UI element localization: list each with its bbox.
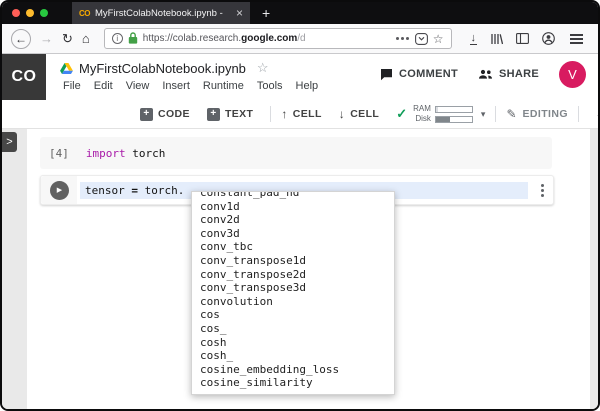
menubar-item[interactable]: Tools — [257, 80, 283, 92]
autocomplete-item[interactable]: conv_transpose3d — [192, 281, 394, 295]
lock-icon[interactable] — [128, 32, 138, 45]
autocomplete-item[interactable]: cosine_embedding_loss — [192, 363, 394, 377]
menubar: File Edit View Insert Runtime Tools Help — [60, 80, 318, 92]
minimize-window-button[interactable] — [26, 9, 34, 17]
account-icon[interactable] — [542, 32, 555, 45]
back-button[interactable]: ← — [11, 28, 31, 49]
forward-button[interactable]: → — [40, 32, 53, 45]
tab-title: MyFirstColabNotebook.ipynb - — [95, 7, 223, 19]
execution-count[interactable]: [4] — [49, 147, 69, 160]
colab-header: CO MyFirstColabNotebook.ipynb ☆ File Edit… — [2, 54, 598, 100]
autocomplete-item[interactable]: conv_tbc — [192, 240, 394, 254]
tab-close-icon[interactable]: × — [236, 7, 243, 19]
drive-icon — [60, 62, 73, 74]
menubar-item[interactable]: View — [126, 80, 150, 92]
library-icon[interactable] — [490, 33, 503, 45]
window-controls — [12, 9, 48, 17]
collapse-toolbar-icon[interactable] — [597, 110, 598, 121]
colab-logo[interactable]: CO — [2, 54, 46, 100]
menubar-item[interactable]: Help — [296, 80, 319, 92]
code-cell-1[interactable]: [4] import torch — [40, 137, 552, 169]
comment-bubble-icon — [380, 68, 393, 81]
menu-hamburger-icon[interactable] — [570, 33, 583, 44]
url-text: https://colab.research.google.com/d — [142, 33, 306, 44]
cell-gutter: ▶ — [41, 176, 77, 204]
menubar-item[interactable]: File — [63, 80, 81, 92]
comment-button[interactable]: COMMENT — [380, 68, 458, 81]
people-icon — [478, 69, 493, 80]
autocomplete-item[interactable]: convolution — [192, 295, 394, 309]
autocomplete-list: conv1d conv2d conv3d conv_tbc conv_transpose… — [192, 200, 394, 390]
autocomplete-item[interactable]: conv_transpose1d — [192, 254, 394, 268]
pocket-icon[interactable] — [414, 32, 428, 45]
disk-label: Disk — [415, 114, 431, 123]
notebook-toolbar: + CODE + TEXT ↑ CELL ↓ CELL ✓ RAM Disk ▾… — [2, 100, 598, 129]
cell-up-button[interactable]: ↑ CELL — [281, 107, 321, 121]
arrow-down-icon: ↓ — [338, 107, 346, 121]
star-notebook-icon[interactable]: ☆ — [257, 60, 269, 76]
open-sidebar-button[interactable]: > — [2, 132, 17, 152]
browser-window: CO MyFirstColabNotebook.ipynb - × + ← → … — [0, 0, 600, 411]
autocomplete-item-clipped[interactable]: constant_pad_nd — [192, 192, 394, 200]
resource-meter[interactable]: RAM Disk — [413, 105, 473, 123]
connected-check-icon: ✓ — [396, 106, 408, 121]
cell-options-button[interactable] — [531, 176, 553, 204]
colab-favicon-icon: CO — [79, 8, 91, 18]
editing-mode-button[interactable]: ✎ EDITING — [506, 107, 567, 121]
reload-button[interactable]: ↻ — [62, 32, 73, 45]
disk-usage-bar — [434, 115, 473, 123]
notebook-title[interactable]: MyFirstColabNotebook.ipynb — [79, 61, 246, 76]
browser-tab-bar: CO MyFirstColabNotebook.ipynb - × + — [2, 2, 598, 24]
zoom-window-button[interactable] — [40, 9, 48, 17]
add-code-button[interactable]: + CODE — [140, 107, 190, 121]
cell1-code[interactable]: import torch — [86, 147, 166, 160]
new-tab-button[interactable]: + — [262, 6, 270, 20]
cell-down-button[interactable]: ↓ CELL — [339, 107, 379, 121]
autocomplete-item[interactable]: conv2d — [192, 213, 394, 227]
autocomplete-item[interactable]: conv_transpose2d — [192, 268, 394, 282]
autocomplete-dropdown: constant_pad_nd conv1d conv2d conv3d conv_t… — [191, 191, 395, 395]
run-cell-button[interactable]: ▶ — [49, 180, 69, 200]
notebook-content: > [4] import torch ▶ tensor = torch. con… — [2, 129, 598, 409]
browser-navbar: ← → ↻ ⌂ i https://colab.research.google.… — [2, 24, 598, 54]
home-button[interactable]: ⌂ — [82, 32, 90, 45]
page-actions-icon[interactable] — [400, 37, 404, 40]
url-bar[interactable]: i https://colab.research.google.com/d ☆ — [103, 28, 452, 49]
sidebar-toggle-icon[interactable] — [516, 33, 529, 44]
tab-myfirstcolabnotebook[interactable]: CO MyFirstColabNotebook.ipynb - × — [72, 2, 250, 24]
autocomplete-item[interactable]: cosine_similarity — [192, 376, 394, 390]
avatar[interactable]: V — [559, 60, 586, 88]
autocomplete-item[interactable]: cos — [192, 308, 394, 322]
menubar-item[interactable]: Insert — [162, 80, 190, 92]
kebab-menu-icon — [540, 188, 544, 192]
autocomplete-item[interactable]: cosh — [192, 336, 394, 350]
plus-icon: + — [140, 107, 153, 121]
navbar-right-icons: ↓ — [466, 32, 590, 45]
ram-usage-bar — [434, 105, 473, 113]
autocomplete-item[interactable]: conv1d — [192, 200, 394, 214]
autocomplete-item[interactable]: conv3d — [192, 227, 394, 241]
close-window-button[interactable] — [12, 9, 20, 17]
notebook-panel: [4] import torch ▶ tensor = torch. const… — [27, 129, 590, 409]
arrow-up-icon: ↑ — [281, 107, 288, 121]
ram-label: RAM — [413, 104, 431, 113]
autocomplete-item[interactable]: cosh_ — [192, 349, 394, 363]
plus-icon: + — [206, 107, 220, 121]
autocomplete-item[interactable]: cos_ — [192, 322, 394, 336]
toolbar-divider — [270, 106, 272, 122]
menubar-item[interactable]: Runtime — [203, 80, 244, 92]
add-text-button[interactable]: + TEXT — [206, 107, 253, 121]
bookmark-star-icon[interactable]: ☆ — [433, 32, 444, 46]
menubar-item[interactable]: Edit — [94, 80, 113, 92]
toolbar-divider — [495, 106, 497, 122]
pencil-icon: ✎ — [506, 107, 517, 121]
downloads-icon[interactable]: ↓ — [469, 32, 477, 45]
chevron-down-icon[interactable]: ▾ — [481, 109, 486, 120]
share-button[interactable]: SHARE — [478, 68, 539, 80]
toolbar-divider — [577, 106, 579, 122]
site-info-icon[interactable]: i — [111, 33, 123, 44]
